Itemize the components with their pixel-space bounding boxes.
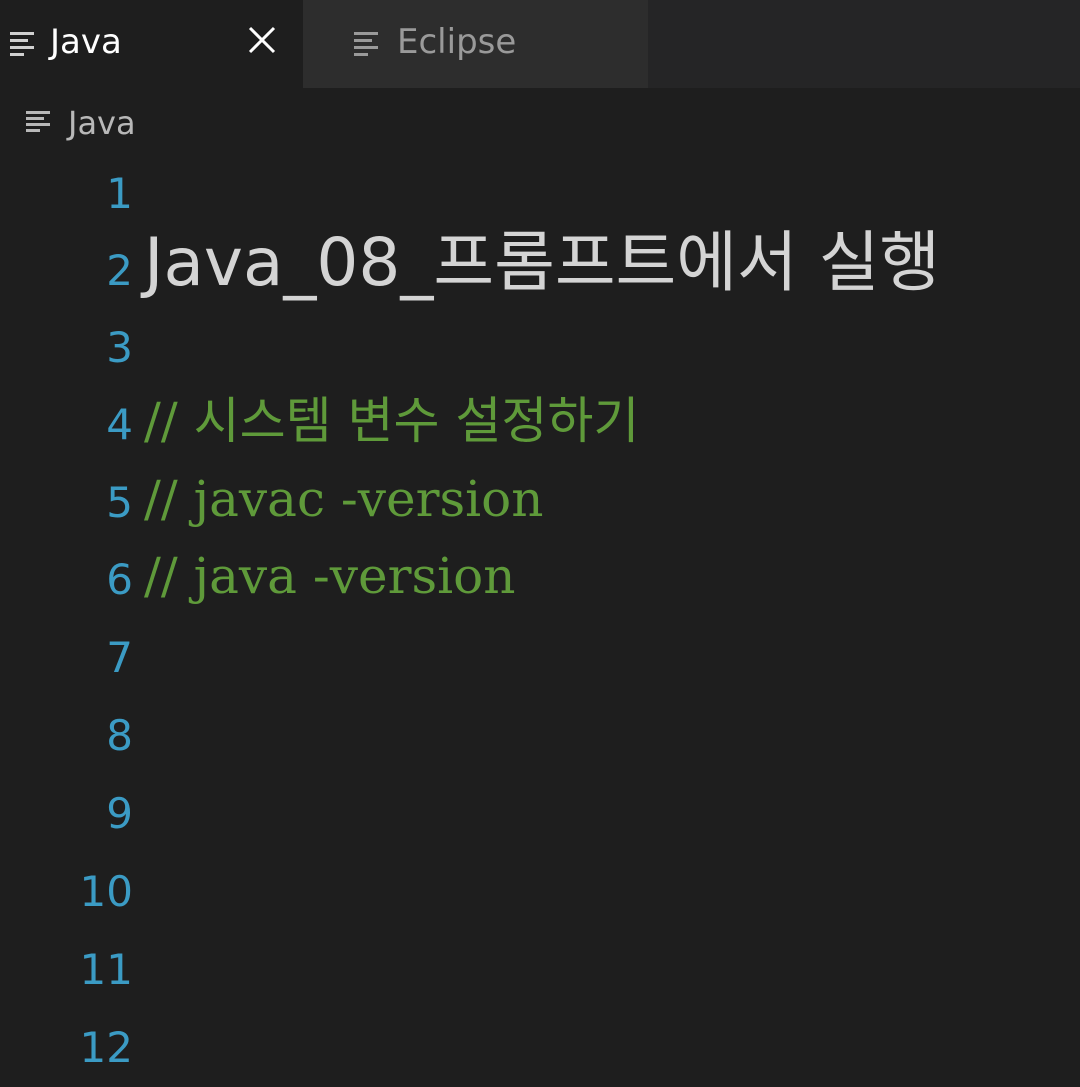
code-line[interactable]: 7 [0,619,1080,697]
tab-java[interactable]: Java [0,0,303,88]
line-number: 12 [79,1023,133,1072]
line-number: 1 [106,169,133,218]
tab-eclipse[interactable]: Eclipse [303,0,648,88]
line-number: 5 [106,478,133,527]
title-text: Java_08_프롬프트에서 실행 [144,224,941,301]
line-number: 8 [106,711,133,760]
tab-label: Eclipse [397,22,517,62]
line-number: 9 [106,789,133,838]
code-line[interactable]: 10 [0,853,1080,931]
line-number: 10 [79,867,133,916]
line-number: 4 [106,400,133,449]
line-number: 6 [106,555,133,604]
line-number: 3 [106,323,133,372]
breadcrumb[interactable]: Java [26,100,326,146]
code-editor[interactable]: 1 2 Java_08_프롬프트에서 실행 3 4 // 시스템 변수 설정하기… [0,155,1080,1080]
code-line[interactable]: 8 [0,697,1080,775]
code-line[interactable]: 4 // 시스템 변수 설정하기 [0,386,1080,464]
code-line[interactable]: 6 // java -version [0,541,1080,619]
code-line[interactable]: 12 [0,1009,1080,1087]
line-number: 2 [106,246,133,295]
line-number: 7 [106,633,133,682]
code-line[interactable]: 2 Java_08_프롬프트에서 실행 [0,224,1080,310]
tab-label: Java [50,22,122,62]
comment-text: // java -version [144,547,516,605]
line-number: 11 [79,945,133,994]
lines-icon [354,32,378,56]
code-line[interactable]: 5 // javac -version [0,464,1080,542]
tab-bar: Java Eclipse [0,0,1080,88]
code-line[interactable]: 11 [0,931,1080,1009]
lines-icon [26,111,50,132]
lines-icon [10,32,34,56]
code-line[interactable]: 9 [0,775,1080,853]
comment-text: // 시스템 변수 설정하기 [144,392,640,450]
breadcrumb-label: Java [68,104,136,142]
close-icon[interactable] [246,24,278,56]
code-line[interactable]: 3 [0,309,1080,387]
comment-text: // javac -version [144,470,544,528]
code-line[interactable]: 1 [0,155,1080,233]
